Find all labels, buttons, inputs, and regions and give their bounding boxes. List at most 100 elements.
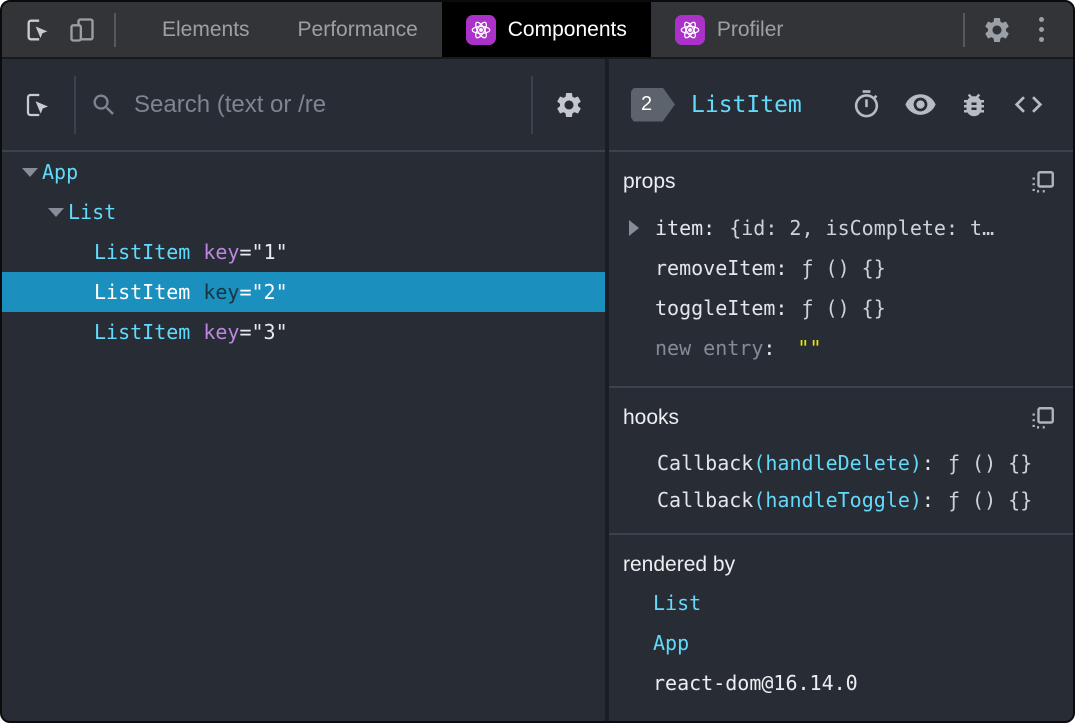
key-attr-value: ="2" — [239, 280, 288, 304]
renderer-version: react-dom@16.14.0 — [653, 671, 858, 695]
tab-label: Performance — [297, 17, 418, 41]
search-icon — [90, 91, 118, 119]
tree-row-listitem-key-2[interactable]: ListItem key ="2" — [2, 272, 605, 312]
detail-sections: props item: {id: 2, isComplete: t… removeI… — [609, 152, 1073, 721]
props-section-title: props — [623, 170, 676, 193]
copy-hooks-icon[interactable] — [1031, 406, 1055, 430]
rendered-by-App[interactable]: App — [609, 623, 1073, 663]
devtools-tab-bar: Elements Performance Components Profiler — [2, 2, 1073, 59]
prop-value: {id: 2, isComplete: t… — [729, 216, 995, 240]
tab-label: Components — [507, 17, 627, 41]
components-tree-panel: AppListListItemkey="1"ListItemkey="2"Lis… — [2, 59, 605, 721]
prop-name: removeItem — [655, 256, 776, 280]
main-split: AppListListItemkey="1"ListItemkey="2"Lis… — [2, 59, 1073, 721]
hook-type: Callback — [657, 487, 754, 512]
prop-value: ƒ () {} — [801, 296, 886, 320]
tree-toolbar — [2, 59, 605, 152]
tab-profiler[interactable]: Profiler — [651, 2, 808, 57]
prop-colon: : — [763, 336, 776, 360]
select-element-icon[interactable] — [16, 83, 60, 127]
react-logo-icon — [465, 14, 496, 45]
expand-arrow-icon[interactable] — [18, 168, 42, 177]
hooks-section: hooks Callback (handleDelete): ƒ () {} Cal… — [609, 388, 1073, 535]
prop-row-toggleItem[interactable]: toggleItem: ƒ () {} — [609, 288, 1073, 328]
component-tree: App List ListItem key ="1" ListItem key ="2" Lis… — [2, 152, 605, 721]
expand-prop-arrow-icon[interactable] — [629, 220, 655, 236]
component-header-icons — [843, 83, 1051, 127]
key-attr-name: key — [203, 240, 240, 264]
search-bar — [90, 90, 517, 119]
hook-row-handleToggle[interactable]: Callback (handleToggle): ƒ () {} — [609, 481, 1073, 518]
hook-name: (handleToggle) — [753, 487, 922, 512]
prop-colon: : — [703, 216, 716, 240]
owners-stack-badge[interactable]: 2 — [631, 87, 675, 122]
tab-label: Profiler — [716, 17, 784, 41]
topbar-divider — [114, 12, 116, 47]
toolbar-divider-2 — [531, 75, 533, 134]
component-header: 2 ListItem — [609, 59, 1073, 152]
key-attr-value: ="1" — [239, 240, 288, 264]
hook-colon: : — [921, 450, 934, 475]
devtools-window: Elements Performance Components Profiler — [0, 0, 1075, 723]
copy-props-icon[interactable] — [1031, 170, 1055, 194]
tab-performance[interactable]: Performance — [274, 2, 442, 57]
inspect-element-icon[interactable] — [16, 8, 60, 52]
hook-value: ƒ () {} — [947, 450, 1033, 475]
topbar-right-icons — [953, 2, 1073, 57]
prop-row-new-entry[interactable]: new entry: "" — [609, 328, 1073, 368]
owner-link: List — [653, 591, 702, 615]
rendered-by-react-dom-16-14-0: react-dom@16.14.0 — [609, 663, 1073, 703]
props-section: props item: {id: 2, isComplete: t… removeI… — [609, 152, 1073, 388]
tree-row-app[interactable]: App — [2, 152, 605, 192]
prop-name: toggleItem — [655, 296, 776, 320]
component-name: App — [42, 160, 79, 184]
component-name: List — [68, 200, 117, 224]
key-attr-name: key — [203, 280, 240, 304]
tree-row-listitem-key-1[interactable]: ListItem key ="1" — [2, 232, 605, 272]
topbar-left-icons — [2, 2, 126, 57]
expand-arrow-icon[interactable] — [44, 208, 68, 217]
rendered-by-section: rendered by List App react-dom@16.14.0 — [609, 535, 1073, 721]
hook-value: ƒ () {} — [947, 487, 1033, 512]
selected-component-name: ListItem — [691, 91, 802, 118]
hook-colon: : — [921, 487, 934, 512]
tree-settings-gear-icon[interactable] — [547, 83, 591, 127]
component-details-panel: 2 ListItem props item: {id: 2, isComple… — [605, 59, 1073, 721]
tree-row-listitem-key-3[interactable]: ListItem key ="3" — [2, 312, 605, 352]
tab-elements[interactable]: Elements — [138, 2, 274, 57]
react-logo-icon — [674, 14, 705, 45]
hook-type: Callback — [657, 450, 754, 475]
topbar-divider-right — [963, 12, 965, 47]
prop-row-item[interactable]: item: {id: 2, isComplete: t… — [609, 208, 1073, 248]
view-source-code-icon[interactable] — [1005, 83, 1051, 127]
component-name: ListItem — [94, 320, 191, 344]
key-attr-name: key — [203, 320, 240, 344]
more-options-kebab-icon[interactable] — [1019, 8, 1063, 52]
devtools-tabs: Elements Performance Components Profiler — [138, 2, 807, 57]
prop-value: "" — [797, 336, 822, 360]
prop-row-removeItem[interactable]: removeItem: ƒ () {} — [609, 248, 1073, 288]
prop-colon: : — [775, 256, 788, 280]
tab-label: Elements — [162, 17, 250, 41]
tab-components[interactable]: Components — [441, 2, 651, 57]
hook-row-handleDelete[interactable]: Callback (handleDelete): ƒ () {} — [609, 444, 1073, 481]
toolbar-divider-1 — [74, 75, 76, 134]
rendered-by-title: rendered by — [623, 553, 736, 576]
hooks-section-title: hooks — [623, 406, 680, 429]
device-toolbar-icon[interactable] — [60, 8, 104, 52]
component-name: ListItem — [94, 240, 191, 264]
prop-name: item — [655, 216, 704, 240]
prop-value: ƒ () {} — [801, 256, 886, 280]
settings-gear-icon[interactable] — [975, 8, 1019, 52]
component-name: ListItem — [94, 280, 191, 304]
search-input[interactable] — [134, 90, 517, 119]
prop-colon: : — [775, 296, 788, 320]
suspense-timer-icon[interactable] — [843, 83, 889, 127]
hook-name: (handleDelete) — [753, 450, 922, 475]
inspect-dom-eye-icon[interactable] — [897, 83, 943, 127]
tree-row-list[interactable]: List — [2, 192, 605, 232]
debug-bug-icon[interactable] — [951, 83, 997, 127]
prop-name: new entry — [655, 336, 764, 360]
key-attr-value: ="3" — [239, 320, 288, 344]
rendered-by-List[interactable]: List — [609, 583, 1073, 623]
